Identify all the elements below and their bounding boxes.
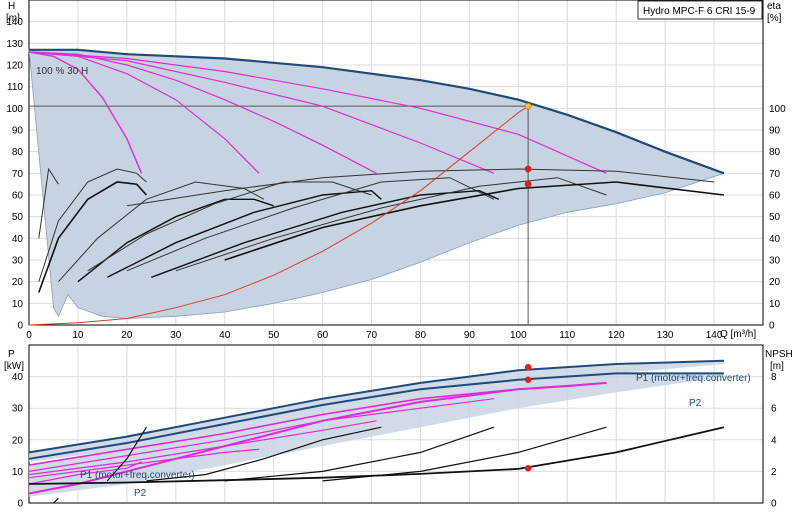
eta-ytick-1: 10 [769, 299, 781, 310]
head-ytick-13: 130 [6, 39, 23, 50]
head-marker-2 [524, 180, 532, 188]
flow-axis-label: Q [m³/h] [720, 329, 756, 340]
head-ytick-10: 100 [6, 104, 23, 115]
head-xtick-0: 0 [26, 330, 32, 341]
power-ytick-3: 30 [12, 404, 24, 415]
head-xtick-11: 110 [559, 330, 575, 341]
eta-ytick-2: 20 [769, 277, 781, 288]
head-ytick-12: 120 [6, 61, 23, 72]
eta-ytick-4: 40 [769, 234, 781, 245]
eta-axis-unit: [%] [767, 13, 782, 24]
eta-ytick-10: 100 [769, 104, 786, 115]
head-xtick-4: 40 [219, 330, 231, 341]
npsh-ytick-3: 6 [771, 404, 777, 415]
head-ytick-2: 20 [12, 277, 24, 288]
power-ytick-0: 0 [17, 499, 23, 510]
head-xtick-1: 10 [72, 330, 84, 341]
eta-ytick-0: 0 [769, 321, 775, 332]
head-ytick-9: 90 [12, 126, 24, 137]
power-marker-0 [524, 363, 532, 371]
head-xtick-5: 50 [268, 330, 280, 341]
npsh-ytick-0: 0 [771, 499, 777, 510]
pump-performance-chart: 0 10 20 30 40 50 60 70 80 90 100 110 120 130 140010203… [0, 0, 800, 520]
eta-ytick-5: 50 [769, 212, 781, 223]
head-xtick-9: 90 [464, 330, 476, 341]
eta-ytick-8: 80 [769, 147, 781, 158]
npsh-ytick-2: 4 [771, 435, 777, 446]
power-ytick-4: 40 [12, 372, 24, 383]
head-xtick-3: 30 [170, 330, 182, 341]
power-axis-label: P [8, 349, 15, 360]
eta-ytick-9: 90 [769, 126, 781, 137]
head-xtick-12: 120 [608, 330, 625, 341]
power-marker-1 [524, 376, 532, 383]
head-ytick-6: 60 [12, 191, 24, 202]
power-ytick-2: 20 [12, 435, 24, 446]
power-marker-2 [524, 465, 532, 472]
head-ytick-8: 80 [12, 147, 24, 158]
eta-axis-label: eta [767, 1, 781, 12]
head-xtick-13: 130 [657, 330, 674, 341]
head-xtick-8: 80 [415, 330, 427, 341]
head-ytick-7: 70 [12, 169, 24, 180]
npsh-axis-label: NPSH [765, 349, 793, 360]
head-axis-unit: [m] [6, 13, 20, 24]
head-ytick-4: 40 [12, 234, 24, 245]
p2-curve-label-low: P2 [134, 488, 147, 499]
head-ytick-3: 30 [12, 256, 24, 267]
speed-annotation: 100 % 30 H [36, 66, 88, 77]
head-marker-0 [524, 102, 532, 110]
eta-ytick-6: 60 [769, 191, 781, 202]
head-axis-label: H [8, 1, 15, 12]
p2-curve-label-top: P2 [689, 398, 702, 409]
head-ytick-11: 110 [7, 82, 23, 93]
npsh-ytick-4: 8 [771, 372, 777, 383]
head-xtick-10: 100 [510, 330, 527, 341]
p1-curve-label-top: P1 (motor+freq.converter) [636, 373, 751, 384]
head-ytick-5: 50 [12, 212, 24, 223]
head-marker-1 [524, 165, 532, 173]
eta-ytick-7: 70 [769, 169, 781, 180]
head-xtick-7: 70 [366, 330, 378, 341]
head-xtick-6: 60 [317, 330, 329, 341]
npsh-ytick-1: 2 [771, 467, 777, 478]
power-axis-unit: [kW] [4, 361, 24, 372]
eta-ytick-3: 30 [769, 256, 781, 267]
chart-title: Hydro MPC-F 6 CRI 15-9 [643, 6, 756, 17]
p1-curve-label-low: P1 (motor+freq.converter) [80, 470, 195, 481]
head-ytick-0: 0 [17, 321, 23, 332]
npsh-axis-unit: [m] [770, 361, 784, 372]
power-ytick-1: 10 [12, 467, 24, 478]
head-ytick-1: 10 [12, 299, 24, 310]
head-xtick-2: 20 [121, 330, 133, 341]
